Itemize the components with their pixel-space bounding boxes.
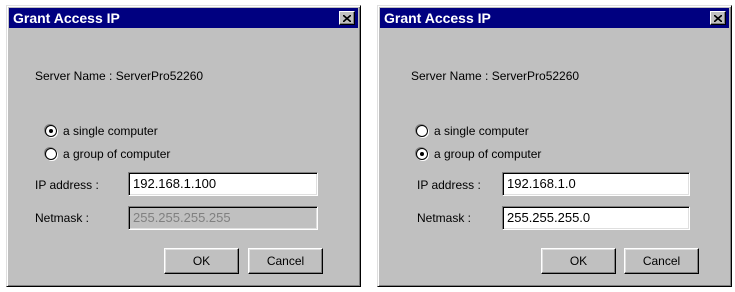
cancel-button[interactable]: Cancel — [248, 248, 323, 274]
ip-address-label: IP address : — [417, 178, 481, 192]
close-button[interactable] — [710, 11, 726, 25]
ip-address-label: IP address : — [35, 178, 99, 192]
cancel-button[interactable]: Cancel — [624, 248, 699, 274]
ip-address-input[interactable]: 192.168.1.100 — [128, 172, 318, 196]
dialog-title: Grant Access IP — [384, 10, 491, 26]
netmask-input[interactable]: 255.255.255.255 — [128, 206, 318, 230]
radio-single-label: a single computer — [63, 124, 158, 138]
title-bar[interactable]: Grant Access IP — [9, 8, 358, 28]
radio-group-computer[interactable]: a group of computer — [45, 146, 170, 162]
title-bar[interactable]: Grant Access IP — [380, 8, 729, 28]
ok-button[interactable]: OK — [541, 248, 616, 274]
radio-group-indicator[interactable] — [45, 148, 57, 160]
close-button[interactable] — [339, 11, 355, 25]
netmask-input[interactable]: 255.255.255.0 — [502, 206, 690, 230]
radio-group-label: a group of computer — [434, 147, 542, 161]
server-name-label: Server Name : ServerPro52260 — [35, 69, 204, 83]
radio-group-indicator[interactable] — [416, 148, 428, 160]
netmask-label: Netmask : — [417, 211, 472, 225]
radio-single-computer[interactable]: a single computer — [45, 123, 158, 139]
grant-access-dialog-single: Grant Access IP Server Name : ServerPro5… — [6, 5, 361, 287]
radio-single-computer[interactable]: a single computer — [416, 123, 529, 139]
grant-access-dialog-group: Grant Access IP Server Name : ServerPro5… — [377, 5, 732, 287]
dialog-title: Grant Access IP — [13, 10, 120, 26]
radio-group-computer[interactable]: a group of computer — [416, 146, 541, 162]
ip-address-input[interactable]: 192.168.1.0 — [502, 172, 690, 196]
close-icon — [343, 14, 351, 22]
radio-single-indicator[interactable] — [416, 125, 428, 137]
netmask-label: Netmask : — [35, 211, 90, 225]
ok-button[interactable]: OK — [164, 248, 239, 274]
close-icon — [714, 14, 722, 22]
radio-single-indicator[interactable] — [45, 125, 57, 137]
radio-group-label: a group of computer — [63, 147, 171, 161]
radio-single-label: a single computer — [434, 124, 529, 138]
server-name-label: Server Name : ServerPro52260 — [411, 69, 580, 83]
